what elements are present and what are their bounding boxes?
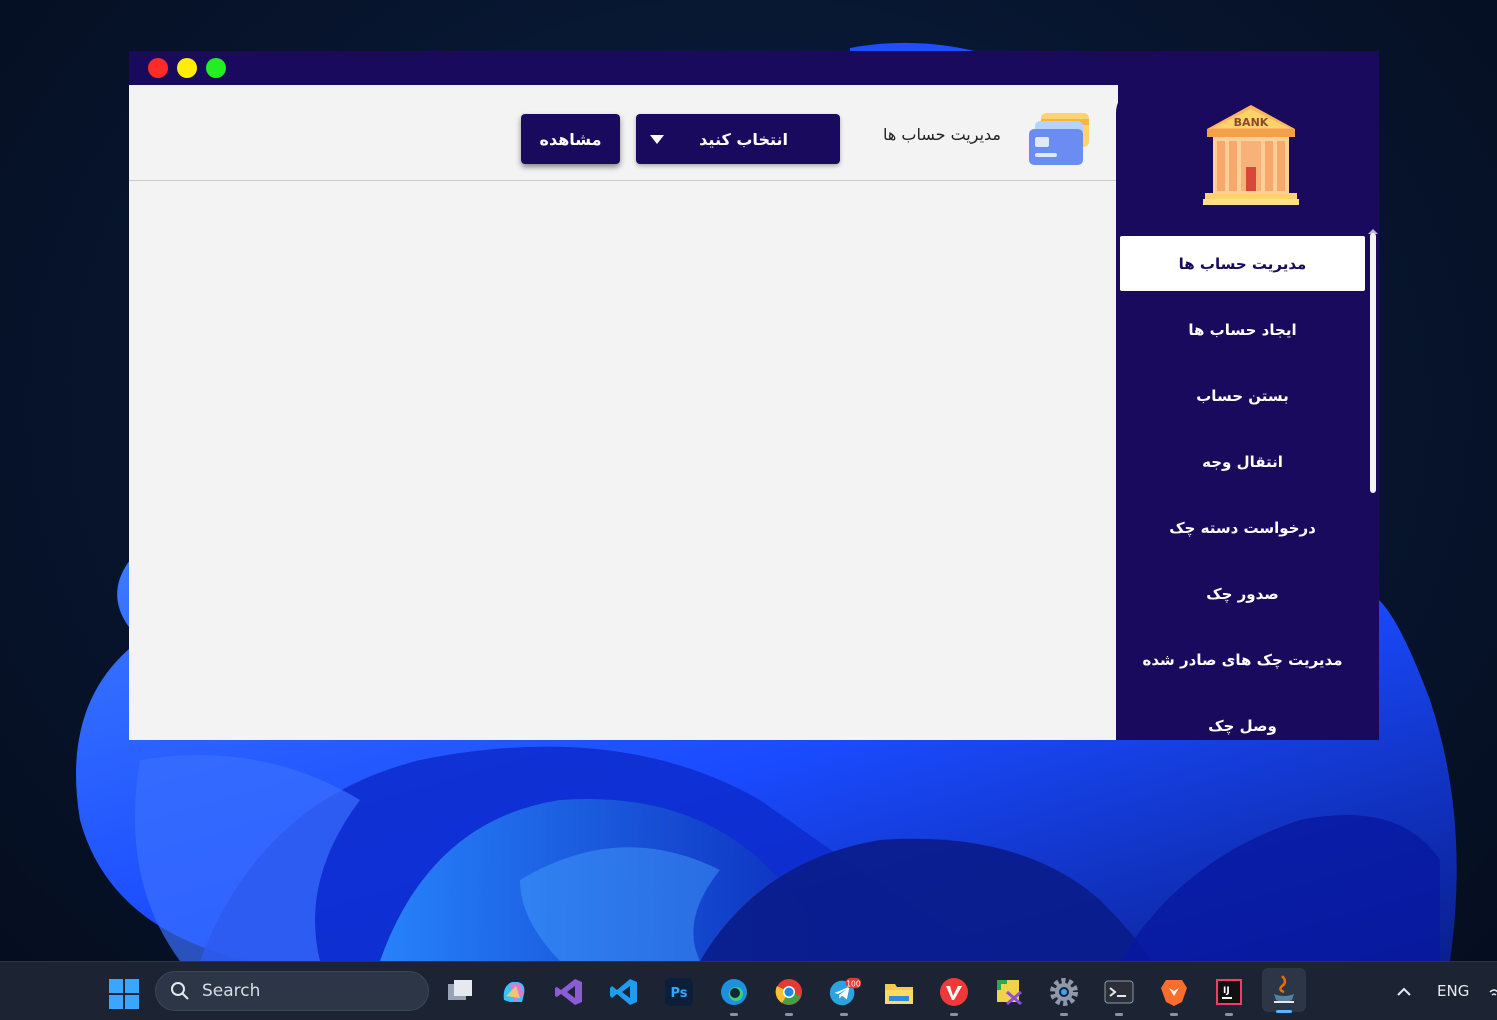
brave-icon[interactable] (1157, 975, 1191, 1016)
running-indicator (1225, 1013, 1233, 1016)
sidebar-item-create-accounts[interactable]: ایجاد حساب ها (1120, 302, 1365, 357)
sidebar-item-close-account[interactable]: بستن حساب (1120, 368, 1365, 423)
sidebar-menu: مدیریت حساب ها ایجاد حساب ها بستن حساب ا… (1120, 236, 1365, 740)
taskbar-search[interactable]: Search (155, 971, 429, 1011)
sidebar-item-transfer-funds[interactable]: انتقال وجه (1120, 434, 1365, 489)
windows-start-icon[interactable] (108, 978, 140, 1010)
sidebar-scrollbar[interactable] (1370, 233, 1376, 493)
taskbar: Search Ps 100 IJ ENG (0, 961, 1497, 1020)
copilot-icon[interactable] (497, 975, 531, 1009)
snipping-tool-icon[interactable] (992, 975, 1026, 1009)
close-button[interactable] (148, 58, 168, 78)
svg-text:Ps: Ps (670, 986, 687, 1001)
account-select[interactable]: انتخاب کنید (636, 114, 840, 164)
running-indicator (1170, 1013, 1178, 1016)
cards-icon (1029, 113, 1089, 165)
vivaldi-icon[interactable] (937, 975, 971, 1016)
svg-text:IJ: IJ (1223, 986, 1230, 996)
running-indicator (1115, 1013, 1123, 1016)
running-indicator (1060, 1013, 1068, 1016)
title-bar (129, 51, 1379, 85)
network-icon[interactable] (1488, 982, 1497, 1002)
chevron-down-icon (650, 134, 664, 144)
bank-logo-icon: BANK (1203, 105, 1299, 205)
search-placeholder: Search (202, 981, 261, 1001)
terminal-icon[interactable] (1102, 975, 1136, 1016)
maximize-button[interactable] (206, 58, 226, 78)
telegram-icon[interactable]: 100 (827, 975, 861, 1016)
running-indicator (950, 1013, 958, 1016)
task-view-icon[interactable] (443, 975, 477, 1009)
page-title: مدیریت حساب ها (883, 125, 1001, 144)
select-value: انتخاب کنید (699, 129, 788, 149)
running-indicator (730, 1013, 738, 1016)
sidebar-item-cash-check[interactable]: وصل چک (1120, 698, 1365, 740)
telegram-badge: 100 (846, 979, 861, 988)
running-indicator (840, 1013, 848, 1016)
intellij-icon[interactable]: IJ (1212, 975, 1246, 1016)
running-indicator (785, 1013, 793, 1016)
sidebar-item-manage-accounts[interactable]: مدیریت حساب ها (1120, 236, 1365, 291)
minimize-button[interactable] (177, 58, 197, 78)
sidebar-item-manage-issued-checks[interactable]: مدیریت چک های صادر شده (1120, 632, 1365, 687)
sidebar: BANK مدیریت حساب ها ایجاد حساب ها بستن ح… (1116, 85, 1379, 740)
active-indicator (1276, 1010, 1292, 1013)
chrome-icon[interactable] (772, 975, 806, 1016)
file-explorer-icon[interactable] (882, 975, 916, 1009)
app-window: مشاهده انتخاب کنید مدیریت حساب ها BANK م… (129, 51, 1379, 740)
java-icon[interactable] (1262, 968, 1306, 1013)
edge-icon[interactable] (717, 975, 751, 1016)
search-icon (171, 982, 189, 1000)
language-indicator[interactable]: ENG (1437, 982, 1469, 1000)
settings-icon[interactable] (1047, 975, 1081, 1016)
bank-logo-text: BANK (1234, 116, 1269, 129)
chevron-up-icon[interactable] (1394, 982, 1414, 1002)
sidebar-item-request-checkbook[interactable]: درخواست دسته چک (1120, 500, 1365, 555)
content-header: مشاهده انتخاب کنید مدیریت حساب ها (129, 85, 1118, 181)
main-content: مشاهده انتخاب کنید مدیریت حساب ها (129, 85, 1118, 740)
sidebar-item-issue-check[interactable]: صدور چک (1120, 566, 1365, 621)
visual-studio-icon[interactable] (552, 975, 586, 1009)
vscode-icon[interactable] (607, 975, 641, 1009)
view-button[interactable]: مشاهده (521, 114, 620, 164)
photoshop-icon[interactable]: Ps (662, 975, 696, 1009)
